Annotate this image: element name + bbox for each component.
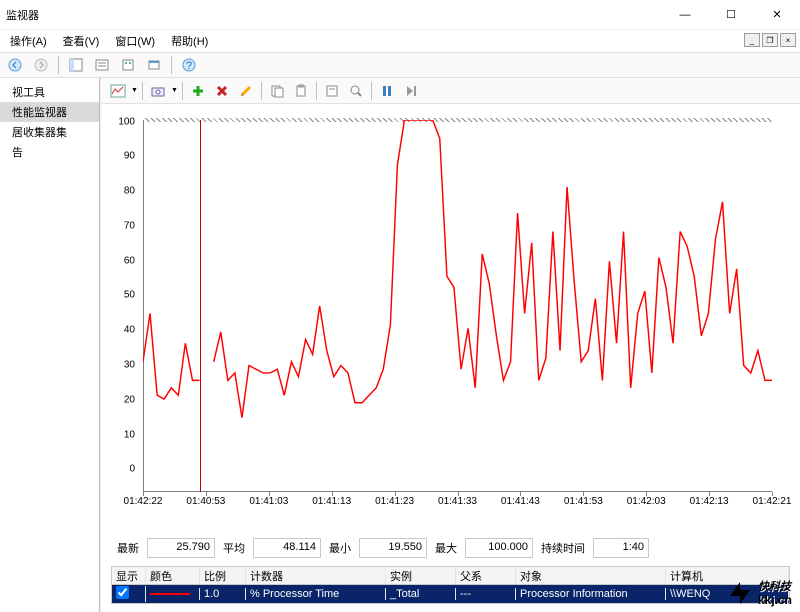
add-counter-icon[interactable] xyxy=(187,80,209,102)
window-title: 监视器 xyxy=(0,7,662,23)
chart-cursor[interactable] xyxy=(200,120,201,492)
y-axis-label: 40 xyxy=(124,325,135,336)
x-axis-label: 01:41:33 xyxy=(438,496,477,507)
x-axis-label: 01:41:43 xyxy=(501,496,540,507)
sidebar-item-perfmon[interactable]: 性能监视器 xyxy=(0,102,99,122)
x-axis-label: 01:42:13 xyxy=(690,496,729,507)
sidebar-item-reports[interactable]: 告 xyxy=(0,142,99,162)
sidebar: 视工具 性能监视器 居收集器集 告 xyxy=(0,78,100,612)
legend-header-instance[interactable]: 实例 xyxy=(386,568,456,584)
x-axis-label: 01:41:53 xyxy=(564,496,603,507)
x-axis-label: 01:41:13 xyxy=(312,496,351,507)
dropdown-icon[interactable]: ▼ xyxy=(131,87,138,94)
menu-window[interactable]: 窗口(W) xyxy=(109,31,161,51)
legend-table: 显示 颜色 比例 计数器 实例 父系 对象 计算机 1.0 % Processo… xyxy=(111,566,790,604)
x-axis-label: 01:42:22 xyxy=(124,496,163,507)
paste-icon[interactable] xyxy=(290,80,312,102)
view-type-icon[interactable] xyxy=(107,80,129,102)
y-axis-label: 30 xyxy=(124,359,135,370)
y-axis-label: 50 xyxy=(124,290,135,301)
stat-duration-value: 1:40 xyxy=(593,538,649,558)
stat-max-value: 100.000 xyxy=(465,538,533,558)
mdi-minimize-icon[interactable]: _ xyxy=(744,33,760,47)
stat-duration-label: 持续时间 xyxy=(535,538,591,558)
y-axis-label: 60 xyxy=(124,255,135,266)
stat-avg-label: 平均 xyxy=(217,538,251,558)
back-icon[interactable] xyxy=(4,54,26,76)
chart-toolbar: ▼ ▼ xyxy=(101,78,800,104)
copy-icon[interactable] xyxy=(266,80,288,102)
menubar: 操作(A) 查看(V) 窗口(W) 帮助(H) xyxy=(0,30,800,52)
legend-instance: _Total xyxy=(386,588,456,600)
y-axis-label: 80 xyxy=(124,186,135,197)
legend-counter: % Processor Time xyxy=(246,588,386,600)
y-axis-label: 70 xyxy=(124,220,135,231)
chart-area: 0 10 20 30 40 50 60 70 80 90 100 01:42:22 01:40:53 0… xyxy=(101,104,800,532)
y-axis-label: 90 xyxy=(124,151,135,162)
legend-header-counter[interactable]: 计数器 xyxy=(246,568,386,584)
stat-latest-value: 25.790 xyxy=(147,538,215,558)
x-axis-label: 01:42:03 xyxy=(627,496,666,507)
stat-avg-value: 48.114 xyxy=(253,538,321,558)
legend-header-scale[interactable]: 比例 xyxy=(200,568,246,584)
legend-header-computer[interactable]: 计算机 xyxy=(666,568,789,584)
pause-icon[interactable] xyxy=(376,80,398,102)
y-axis-label: 0 xyxy=(129,464,135,475)
dropdown-icon[interactable]: ▼ xyxy=(171,87,178,94)
legend-object: Processor Information xyxy=(516,588,666,600)
camera-icon[interactable] xyxy=(147,80,169,102)
mdi-close-icon[interactable]: × xyxy=(780,33,796,47)
menu-view[interactable]: 查看(V) xyxy=(57,31,106,51)
close-button[interactable]: ✕ xyxy=(754,0,800,29)
help-icon[interactable]: ? xyxy=(178,54,200,76)
svg-text:?: ? xyxy=(186,60,192,72)
legend-row[interactable]: 1.0 % Processor Time _Total --- Processo… xyxy=(112,585,789,603)
mdi-restore-icon[interactable]: ❐ xyxy=(762,33,778,47)
sidebar-item-collectors[interactable]: 居收集器集 xyxy=(0,122,99,142)
legend-header-object[interactable]: 对象 xyxy=(516,568,666,584)
stat-min-value: 19.550 xyxy=(359,538,427,558)
sidebar-item-tools[interactable]: 视工具 xyxy=(0,82,99,102)
stats-row: 最新 25.790 平均 48.114 最小 19.550 最大 100.000… xyxy=(101,532,800,564)
x-axis-label: 01:41:03 xyxy=(249,496,288,507)
refresh-icon[interactable] xyxy=(143,54,165,76)
y-axis-label: 10 xyxy=(124,429,135,440)
legend-header-show[interactable]: 显示 xyxy=(112,568,146,584)
legend-parent: --- xyxy=(456,588,516,600)
x-axis-label: 01:42:21 xyxy=(753,496,792,507)
legend-color-swatch xyxy=(150,593,190,595)
menu-action[interactable]: 操作(A) xyxy=(4,31,53,51)
remove-counter-icon[interactable] xyxy=(211,80,233,102)
export-icon[interactable] xyxy=(117,54,139,76)
y-axis-label: 100 xyxy=(118,116,135,127)
zoom-icon[interactable] xyxy=(345,80,367,102)
highlight-icon[interactable] xyxy=(235,80,257,102)
y-axis-label: 20 xyxy=(124,394,135,405)
minimize-button[interactable]: — xyxy=(662,0,708,29)
legend-computer: \\WENQ xyxy=(666,588,789,600)
legend-scale: 1.0 xyxy=(200,588,246,600)
forward-icon[interactable] xyxy=(30,54,52,76)
menu-help[interactable]: 帮助(H) xyxy=(165,31,214,51)
step-icon[interactable] xyxy=(400,80,422,102)
stat-min-label: 最小 xyxy=(323,538,357,558)
show-hide-tree-icon[interactable] xyxy=(65,54,87,76)
properties-icon[interactable] xyxy=(91,54,113,76)
x-axis-label: 01:40:53 xyxy=(186,496,225,507)
legend-show-checkbox[interactable] xyxy=(116,586,129,599)
properties-chart-icon[interactable] xyxy=(321,80,343,102)
main-toolbar: ? xyxy=(0,52,800,78)
maximize-button[interactable]: ☐ xyxy=(708,0,754,29)
chart-plot[interactable] xyxy=(143,120,772,492)
stat-max-label: 最大 xyxy=(429,538,463,558)
legend-header-color[interactable]: 颜色 xyxy=(146,568,200,584)
legend-header-parent[interactable]: 父系 xyxy=(456,568,516,584)
x-axis-label: 01:41:23 xyxy=(375,496,414,507)
stat-latest-label: 最新 xyxy=(111,538,145,558)
